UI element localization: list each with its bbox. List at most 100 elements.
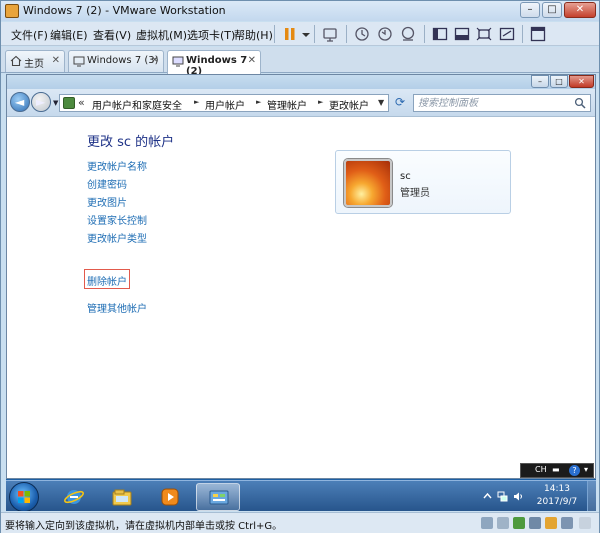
back-button[interactable]: ◄: [10, 92, 30, 112]
revert-snapshot-icon[interactable]: [376, 25, 394, 43]
snapshot-icon[interactable]: [353, 25, 371, 43]
clock-date[interactable]: 2017/9/7: [530, 497, 584, 507]
show-desktop-button[interactable]: [587, 481, 596, 511]
avatar: [344, 159, 392, 207]
menu-help[interactable]: 帮助(H): [234, 27, 273, 43]
taskbar-control-panel[interactable]: [196, 483, 240, 511]
help-icon[interactable]: ?: [569, 465, 580, 476]
forward-button[interactable]: ►: [31, 92, 51, 112]
menu-vm[interactable]: 虚拟机(M): [136, 27, 187, 43]
breadcrumb-overflow[interactable]: «: [78, 96, 85, 109]
tab-strip: 主页 ✕ Windows 7 (3) ✕ Windows 7 (2) ✕: [1, 47, 599, 77]
tab-label: 主页: [24, 59, 44, 70]
tab-close-icon[interactable]: ✕: [52, 55, 60, 66]
cd-drive-icon[interactable]: [497, 517, 509, 529]
unity-icon[interactable]: [498, 25, 516, 43]
breadcrumb-manage-accounts[interactable]: 管理帐户: [267, 97, 307, 112]
address-bar[interactable]: « 用户帐户和家庭安全 ► 用户帐户 ► 管理帐户 ► 更改帐户 ▼: [59, 94, 389, 112]
breadcrumb-user-accounts-family[interactable]: 用户帐户和家庭安全: [92, 97, 182, 112]
tab-home[interactable]: 主页 ✕: [5, 50, 65, 72]
navigation-bar: ◄ ► ▼ « 用户帐户和家庭安全 ► 用户帐户 ► 管理帐户 ► 更改帐户 ▼…: [7, 89, 595, 117]
search-icon[interactable]: [574, 97, 586, 109]
delete-account-link[interactable]: 删除帐户: [87, 273, 127, 288]
close-button[interactable]: ✕: [564, 2, 596, 18]
maximize-button[interactable]: □: [542, 2, 562, 18]
clock-time[interactable]: 14:13: [536, 484, 578, 494]
tray-chevron-up-icon[interactable]: [482, 491, 493, 502]
language-bar[interactable]: CH ▬ ? ▾: [520, 463, 594, 478]
status-bar: 要将输入定向到该虚拟机，请在虚拟机内部单击或按 Ctrl+G。: [1, 512, 599, 533]
full-screen-icon[interactable]: [475, 25, 493, 43]
show-library-icon[interactable]: [431, 25, 449, 43]
menu-edit[interactable]: 编辑(E): [50, 27, 88, 43]
menu-tabs[interactable]: 选项卡(T): [187, 27, 235, 43]
network-adapter-icon[interactable]: [513, 517, 525, 529]
change-account-name-link[interactable]: 更改帐户名称: [87, 158, 147, 173]
folder-icon: [112, 489, 132, 506]
console-view-icon[interactable]: [529, 25, 547, 43]
control-panel-icon: [209, 490, 229, 505]
home-icon: [10, 55, 22, 67]
explorer-window: – □ ✕ ◄ ► ▼ « 用户帐户和家庭安全 ► 用户帐户 ► 管理帐户 ► …: [6, 74, 596, 479]
page-title: 更改 sc 的帐户: [87, 135, 175, 150]
chevron-down-icon[interactable]: ▾: [584, 465, 588, 474]
arrow-right-icon: ►: [36, 95, 46, 109]
hard-disk-icon[interactable]: [481, 517, 493, 529]
refresh-icon[interactable]: ⟳: [392, 95, 408, 111]
toolbar-separator: [346, 25, 347, 43]
recent-pages-dropdown-icon[interactable]: ▼: [53, 99, 58, 107]
breadcrumb-arrow-icon[interactable]: ►: [256, 98, 261, 106]
breadcrumb-user-accounts[interactable]: 用户帐户: [205, 97, 245, 112]
manage-other-accounts-link[interactable]: 管理其他帐户: [87, 300, 147, 315]
pause-dropdown-icon[interactable]: [297, 25, 310, 43]
window-title: Windows 7 (2) - VMware Workstation: [23, 4, 226, 17]
tab-windows7-2[interactable]: Windows 7 (2) ✕: [167, 50, 261, 77]
vmware-window: Windows 7 (2) - VMware Workstation – □ ✕…: [0, 0, 600, 533]
change-account-type-link[interactable]: 更改帐户类型: [87, 230, 147, 245]
guest-screen[interactable]: – □ ✕ ◄ ► ▼ « 用户帐户和家庭安全 ► 用户帐户 ► 管理帐户 ► …: [6, 74, 596, 511]
volume-icon[interactable]: [513, 491, 524, 502]
breadcrumb-change-account[interactable]: 更改帐户: [329, 97, 369, 112]
content-area: 更改 sc 的帐户 更改帐户名称 创建密码 更改图片 设置家长控制 更改帐户类型…: [7, 118, 595, 478]
tab-close-icon[interactable]: ✕: [151, 55, 159, 66]
thumbnail-bar-icon[interactable]: [453, 25, 471, 43]
tab-windows7-3[interactable]: Windows 7 (3) ✕: [68, 50, 164, 72]
vmware-app-icon: [5, 4, 19, 18]
toolbar-separator: [522, 25, 523, 43]
network-icon[interactable]: [497, 491, 508, 502]
menu-file[interactable]: 文件(F): [11, 27, 48, 43]
explorer-close-button[interactable]: ✕: [569, 75, 594, 88]
breadcrumb-arrow-icon[interactable]: ►: [318, 98, 323, 106]
vm-icon: [73, 56, 85, 67]
menu-view[interactable]: 查看(V): [93, 27, 131, 43]
search-input[interactable]: [418, 97, 568, 110]
account-card: sc 管理员: [335, 150, 511, 214]
message-log-icon[interactable]: [579, 517, 591, 529]
create-password-link[interactable]: 创建密码: [87, 176, 127, 191]
display-icon[interactable]: [561, 517, 573, 529]
explorer-maximize-button[interactable]: □: [550, 75, 568, 88]
breadcrumb-arrow-icon[interactable]: ►: [194, 98, 199, 106]
taskbar-internet-explorer[interactable]: [52, 483, 96, 511]
change-picture-link[interactable]: 更改图片: [87, 194, 127, 209]
menu-bar: 文件(F) 编辑(E) 查看(V) 虚拟机(M) 选项卡(T) 帮助(H): [1, 22, 599, 46]
address-dropdown-icon[interactable]: ▼: [378, 98, 384, 107]
windows-logo-icon: [18, 491, 30, 503]
arrow-left-icon: ◄: [15, 95, 25, 109]
start-button[interactable]: [9, 482, 39, 511]
tab-close-icon[interactable]: ✕: [248, 55, 256, 66]
snapshot-manager-icon[interactable]: [399, 25, 417, 43]
keyboard-icon[interactable]: ▬: [552, 465, 560, 474]
vmware-titlebar: Windows 7 (2) - VMware Workstation – □ ✕: [1, 1, 599, 21]
explorer-minimize-button[interactable]: –: [531, 75, 549, 88]
usb-icon[interactable]: [529, 517, 541, 529]
language-indicator[interactable]: CH: [535, 465, 547, 474]
account-role: 管理员: [400, 188, 430, 199]
taskbar-explorer[interactable]: [100, 483, 144, 511]
control-panel-icon: [63, 97, 75, 109]
parental-controls-link[interactable]: 设置家长控制: [87, 212, 147, 227]
minimize-button[interactable]: –: [520, 2, 540, 18]
taskbar-media-player[interactable]: [148, 483, 192, 511]
send-ctrl-alt-del-icon[interactable]: [321, 25, 339, 43]
sound-card-icon[interactable]: [545, 517, 557, 529]
